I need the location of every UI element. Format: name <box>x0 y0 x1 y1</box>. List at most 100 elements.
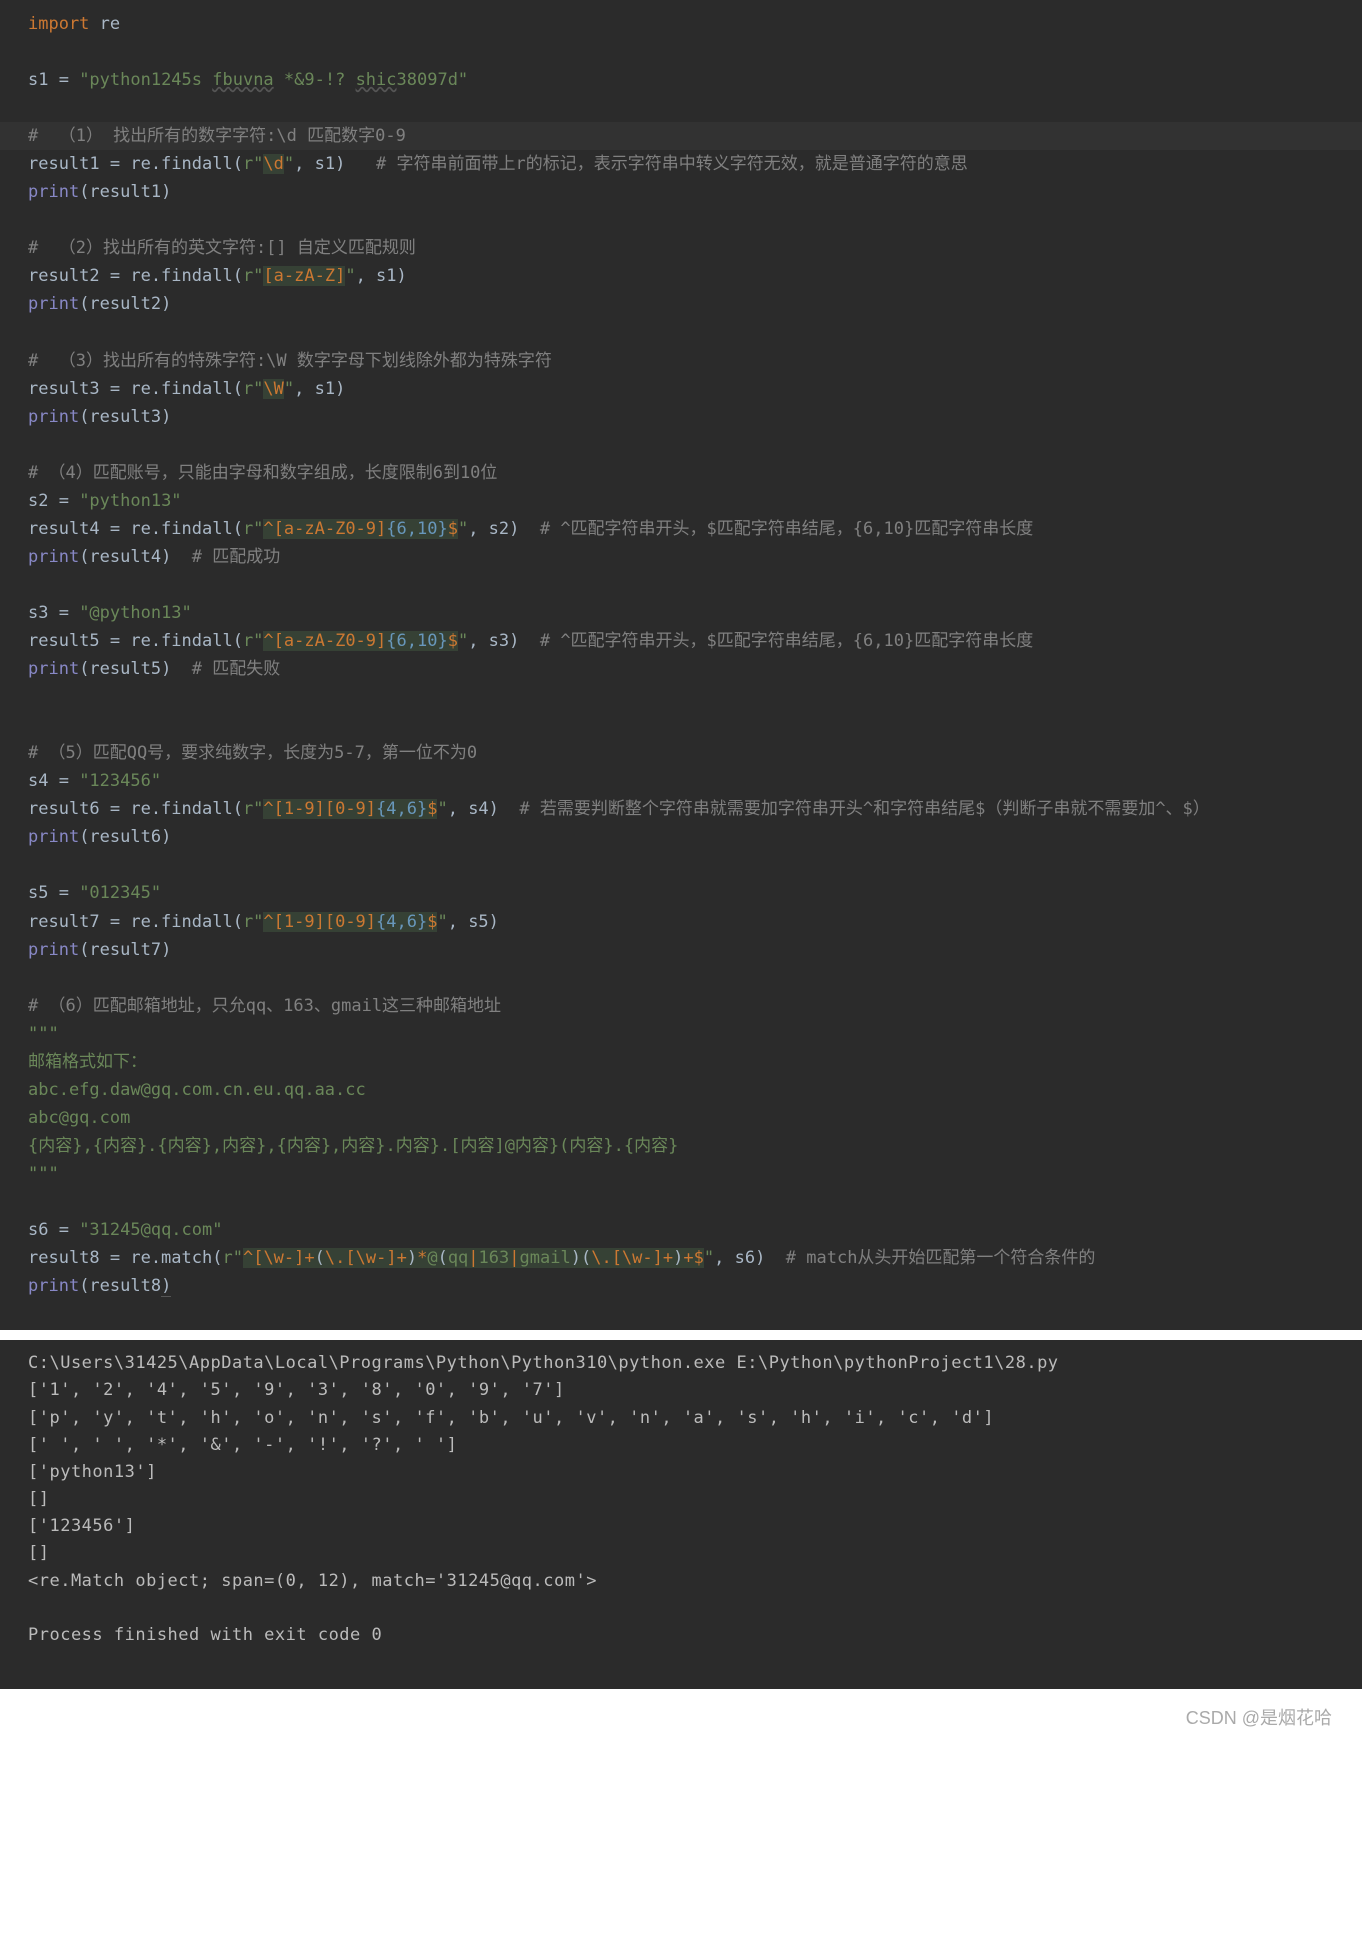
code-line[interactable]: print(result4) # 匹配成功 <box>0 543 1362 571</box>
code-line[interactable]: print(result6) <box>0 823 1362 851</box>
code-line[interactable]: s2 = "python13" <box>0 487 1362 515</box>
code-token: ^ <box>243 1248 253 1268</box>
code-token: @ <box>427 1248 437 1268</box>
code-line[interactable] <box>0 431 1362 459</box>
code-token: ( <box>315 1248 325 1268</box>
code-token: + <box>663 1248 673 1268</box>
code-token: , s1) <box>294 379 345 399</box>
console-output-panel[interactable]: C:\Users\31425\AppData\Local\Programs\Py… <box>0 1340 1362 1689</box>
code-line[interactable]: result6 = re.findall(r"^[1-9][0-9]{4,6}$… <box>0 795 1362 823</box>
code-line[interactable] <box>0 571 1362 599</box>
code-token: # ^匹配字符串开头，$匹配字符串结尾，{6,10}匹配字符串长度 <box>540 631 1033 651</box>
console-line <box>28 1595 1334 1622</box>
code-token: # （1） 找出所有的数字字符:\d 匹配数字0-9 <box>28 126 406 146</box>
code-line[interactable]: # （6）匹配邮箱地址，只允qq、163、gmail这三种邮箱地址 <box>0 992 1362 1020</box>
code-token: ( <box>581 1248 591 1268</box>
code-line[interactable]: print(result2) <box>0 290 1362 318</box>
code-token: [1-9][0-9] <box>274 799 376 819</box>
code-token: (result4) <box>79 547 192 567</box>
code-line[interactable]: result1 = re.findall(r"\d", s1) # 字符串前面带… <box>0 150 1362 178</box>
code-line[interactable]: s1 = "python1245s fbuvna *&9-!? shic3809… <box>0 66 1362 94</box>
code-token: , s6) <box>714 1248 786 1268</box>
code-line[interactable]: abc@gq.com <box>0 1104 1362 1132</box>
code-token: "@python13" <box>79 603 192 623</box>
code-token: # （3）找出所有的特殊字符:\W 数字字母下划线除外都为特殊字符 <box>28 351 552 371</box>
code-line[interactable] <box>0 683 1362 711</box>
code-line[interactable]: # （5）匹配QQ号，要求纯数字，长度为5-7，第一位不为0 <box>0 739 1362 767</box>
code-line[interactable]: # （1） 找出所有的数字字符:\d 匹配数字0-9 <box>0 122 1362 150</box>
code-token: r" <box>243 799 263 819</box>
code-token: " <box>458 519 468 539</box>
code-token: , s3) <box>468 631 540 651</box>
code-token: print <box>28 659 79 679</box>
console-line: <re.Match object; span=(0, 12), match='3… <box>28 1568 1334 1595</box>
code-line[interactable] <box>0 851 1362 879</box>
code-token: shic <box>356 70 397 90</box>
code-token: print <box>28 182 79 202</box>
code-line[interactable]: s4 = "123456" <box>0 767 1362 795</box>
code-token: {内容},{内容}.{内容},内容},{内容},内容}.内容}.[内容]@内容}… <box>28 1136 678 1156</box>
code-token: result2 = re.findall( <box>28 266 243 286</box>
code-line[interactable] <box>0 711 1362 739</box>
code-token: # match从头开始匹配第一个符合条件的 <box>786 1248 1096 1268</box>
code-line[interactable]: result4 = re.findall(r"^[a-zA-Z0-9]{6,10… <box>0 515 1362 543</box>
code-line[interactable]: print(result7) <box>0 936 1362 964</box>
code-token: # （6）匹配邮箱地址，只允qq、163、gmail这三种邮箱地址 <box>28 996 501 1016</box>
code-token: r" <box>243 154 263 174</box>
code-token: (result8 <box>79 1276 161 1296</box>
code-line[interactable]: s6 = "31245@qq.com" <box>0 1216 1362 1244</box>
code-line[interactable] <box>0 1188 1362 1216</box>
code-token: ^ <box>263 912 273 932</box>
code-token: ^ <box>263 799 273 819</box>
code-line[interactable]: """ <box>0 1160 1362 1188</box>
code-line[interactable]: result3 = re.findall(r"\W", s1) <box>0 375 1362 403</box>
code-line[interactable] <box>0 206 1362 234</box>
code-line[interactable]: s5 = "012345" <box>0 879 1362 907</box>
code-line[interactable]: # （3）找出所有的特殊字符:\W 数字字母下划线除外都为特殊字符 <box>0 347 1362 375</box>
code-token: s2 = <box>28 491 79 511</box>
code-line[interactable]: result7 = re.findall(r"^[1-9][0-9]{4,6}$… <box>0 908 1362 936</box>
code-line[interactable]: {内容},{内容}.{内容},内容},{内容},内容}.内容}.[内容]@内容}… <box>0 1132 1362 1160</box>
code-token: , s5) <box>448 912 499 932</box>
code-token: 163 <box>479 1248 510 1268</box>
code-token: # 匹配失败 <box>192 659 280 679</box>
code-line[interactable]: print(result8) <box>0 1272 1362 1300</box>
code-line[interactable]: print(result1) <box>0 178 1362 206</box>
code-token: (result3) <box>79 407 171 427</box>
code-token: print <box>28 547 79 567</box>
code-line[interactable]: s3 = "@python13" <box>0 599 1362 627</box>
code-line[interactable]: import re <box>0 10 1362 38</box>
code-line[interactable] <box>0 319 1362 347</box>
code-token: + <box>397 1248 407 1268</box>
code-token: + <box>304 1248 314 1268</box>
code-token: s3 = <box>28 603 79 623</box>
code-line[interactable]: 邮箱格式如下： <box>0 1048 1362 1076</box>
code-line[interactable]: # （2）找出所有的英文字符:[] 自定义匹配规则 <box>0 234 1362 262</box>
code-line[interactable]: """ <box>0 1020 1362 1048</box>
code-token: r" <box>243 912 263 932</box>
code-token: (result2) <box>79 294 171 314</box>
code-line[interactable]: result5 = re.findall(r"^[a-zA-Z0-9]{6,10… <box>0 627 1362 655</box>
code-line[interactable]: result2 = re.findall(r"[a-zA-Z]", s1) <box>0 262 1362 290</box>
code-line[interactable]: result8 = re.match(r"^[\w-]+(\.[\w-]+)*@… <box>0 1244 1362 1272</box>
code-token: , s1) <box>356 266 407 286</box>
code-token: import <box>28 14 100 34</box>
code-line[interactable]: print(result5) # 匹配失败 <box>0 655 1362 683</box>
code-line[interactable]: abc.efg.daw@gq.com.cn.eu.qq.aa.cc <box>0 1076 1362 1104</box>
code-editor-panel[interactable]: import re s1 = "python1245s fbuvna *&9-!… <box>0 0 1362 1330</box>
code-token: ^ <box>263 519 273 539</box>
code-token: *&9-!? <box>274 70 356 90</box>
watermark-text: CSDN @是烟花哈 <box>0 1689 1362 1749</box>
code-line[interactable] <box>0 38 1362 66</box>
code-line[interactable]: print(result3) <box>0 403 1362 431</box>
code-token: {6,10} <box>386 631 447 651</box>
code-token: abc@gq.com <box>28 1108 130 1128</box>
code-line[interactable] <box>0 94 1362 122</box>
code-token: \W <box>263 379 283 399</box>
code-token: (result5) <box>79 659 192 679</box>
code-token: # 字符串前面带上r的标记，表示字符串中转义字符无效，就是普通字符的意思 <box>376 154 968 174</box>
code-line[interactable] <box>0 964 1362 992</box>
code-token: ( <box>438 1248 448 1268</box>
code-line[interactable]: # （4）匹配账号，只能由字母和数字组成，长度限制6到10位 <box>0 459 1362 487</box>
code-token: result7 = re.findall( <box>28 912 243 932</box>
